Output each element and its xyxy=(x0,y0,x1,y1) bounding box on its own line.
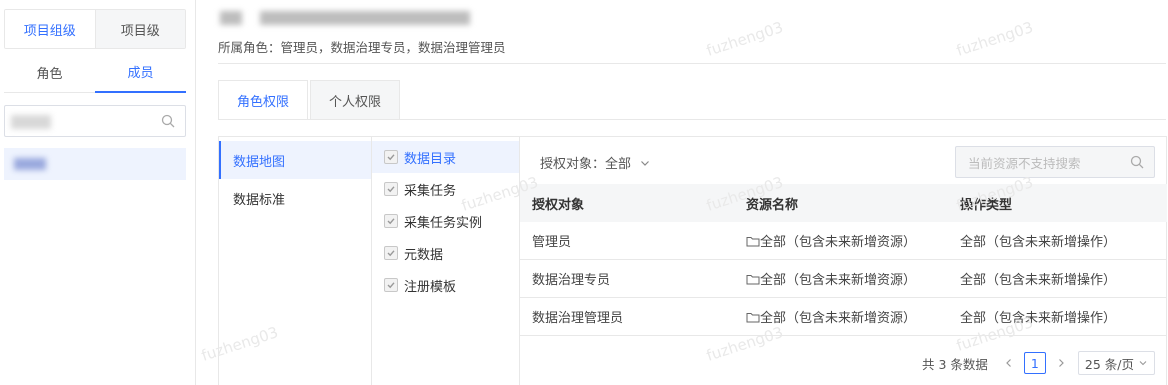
roles-label: 所属角色：管理员，数据治理专员，数据治理管理员 xyxy=(218,40,506,55)
column-header: 资源名称 xyxy=(746,197,799,213)
category-item-data-standard[interactable]: 数据标准 xyxy=(219,179,371,217)
checkbox-icon[interactable] xyxy=(384,278,398,292)
chevron-down-icon xyxy=(641,160,649,166)
chevron-down-icon xyxy=(1139,361,1147,366)
table-row: 数据治理专员 全部（包含未来新增资源） 全部（包含未来新增操作） xyxy=(520,260,1167,298)
filter-label: 授权对象：全部 xyxy=(540,157,632,172)
next-page-button[interactable] xyxy=(1050,352,1072,374)
permission-tabs: 角色权限 个人权限 xyxy=(218,80,402,120)
column-header: 操作类型 xyxy=(960,197,1013,213)
table-header: 授权对象 资源名称 操作类型 xyxy=(520,184,1167,222)
checkbox-icon[interactable] xyxy=(384,182,398,196)
page-size-label: 25 条/页 xyxy=(1084,356,1134,372)
resource-label: 采集任务 xyxy=(404,183,457,199)
category-item-data-map[interactable]: 数据地图 xyxy=(219,141,371,179)
role-member-tabs: 角色 成员 xyxy=(4,52,186,93)
resource-label: 数据目录 xyxy=(404,151,457,167)
resource-label: 采集任务实例 xyxy=(404,215,483,231)
resource-item[interactable]: 数据目录 xyxy=(372,141,519,173)
search-icon xyxy=(1130,155,1144,169)
column-header: 授权对象 xyxy=(532,197,585,213)
resource-item[interactable]: 元数据 xyxy=(372,237,519,269)
tab-personal-permissions[interactable]: 个人权限 xyxy=(310,80,401,120)
resource-label: 元数据 xyxy=(404,247,444,263)
resource-name: 全部（包含未来新增资源） xyxy=(760,273,917,288)
search-icon xyxy=(161,114,175,128)
table-row: 管理员 全部（包含未来新增资源） 全部（包含未来新增操作） xyxy=(520,222,1167,260)
page-number-button[interactable]: 1 xyxy=(1023,352,1046,374)
watermark: fuzheng03 xyxy=(954,18,1036,60)
checkbox-icon[interactable] xyxy=(384,150,398,164)
redacted-text xyxy=(11,115,51,129)
member-search-input[interactable] xyxy=(4,105,186,137)
scope-segmented-control: 项目组级 项目级 xyxy=(4,9,186,49)
checkbox-icon[interactable] xyxy=(384,246,398,260)
total-count: 共 3 条数据 xyxy=(922,356,988,372)
resource-cell: 全部（包含未来新增资源） xyxy=(734,307,948,326)
grantee-cell: 管理员 xyxy=(532,235,572,250)
tab-role-permissions[interactable]: 角色权限 xyxy=(218,80,309,120)
authorization-table-panel: 授权对象：全部 当前资源不支持搜索 授权对象 资源名称 操作类型 管理员 全部（… xyxy=(520,137,1167,385)
tab-project-group-level[interactable]: 项目组级 xyxy=(5,10,95,48)
watermark: fuzheng03 xyxy=(704,18,786,60)
operation-cell: 全部（包含未来新增操作） xyxy=(960,273,1117,288)
divider xyxy=(218,63,1166,64)
chevron-left-icon xyxy=(1006,359,1011,367)
chevron-right-icon xyxy=(1058,359,1064,367)
tab-role[interactable]: 角色 xyxy=(4,52,95,93)
folder-icon xyxy=(746,236,760,246)
operation-cell: 全部（包含未来新增操作） xyxy=(960,311,1117,326)
checkbox-icon[interactable] xyxy=(384,214,398,228)
resource-list: 数据目录 采集任务 采集任务实例 元数据 注册模板 xyxy=(372,137,520,385)
redacted-user-title xyxy=(220,9,470,29)
category-list: 数据地图 数据标准 xyxy=(219,137,372,385)
page-size-select[interactable]: 25 条/页 xyxy=(1077,351,1155,375)
operation-cell: 全部（包含未来新增操作） xyxy=(960,235,1117,250)
permission-panel: 数据地图 数据标准 数据目录 采集任务 采集任务实例 元数据 注册模板 授权对象… xyxy=(218,136,1167,385)
grantee-cell: 数据治理专员 xyxy=(532,273,611,288)
resource-item[interactable]: 注册模板 xyxy=(372,269,519,301)
table-row: 数据治理管理员 全部（包含未来新增资源） 全部（包含未来新增操作） xyxy=(520,298,1167,336)
resource-name: 全部（包含未来新增资源） xyxy=(760,235,917,250)
resource-cell: 全部（包含未来新增资源） xyxy=(734,269,948,288)
resource-search-input[interactable]: 当前资源不支持搜索 xyxy=(955,146,1155,178)
prev-page-button[interactable] xyxy=(998,352,1020,374)
folder-icon xyxy=(746,312,760,322)
resource-label: 注册模板 xyxy=(404,279,457,295)
grantee-filter-dropdown[interactable]: 授权对象：全部 xyxy=(540,153,651,172)
redacted-member-name xyxy=(14,158,46,170)
grantee-cell: 数据治理管理员 xyxy=(532,311,624,326)
tabs-divider xyxy=(218,119,1166,120)
resource-item[interactable]: 采集任务 xyxy=(372,173,519,205)
folder-icon xyxy=(746,274,760,284)
app-root: 项目组级 项目级 角色 成员 所属角色：管理员，数据治理专员，数据治理管理员 角… xyxy=(0,0,1168,385)
resource-cell: 全部（包含未来新增资源） xyxy=(734,231,948,250)
resource-name: 全部（包含未来新增资源） xyxy=(760,311,917,326)
pagination: 共 3 条数据 1 25 条/页 xyxy=(922,351,1155,375)
tab-project-level[interactable]: 项目级 xyxy=(94,10,185,48)
search-placeholder: 当前资源不支持搜索 xyxy=(968,155,1081,171)
left-panel: 项目组级 项目级 角色 成员 xyxy=(0,0,196,385)
resource-item[interactable]: 采集任务实例 xyxy=(372,205,519,237)
member-list-item[interactable] xyxy=(4,148,186,180)
tab-member[interactable]: 成员 xyxy=(95,52,186,93)
